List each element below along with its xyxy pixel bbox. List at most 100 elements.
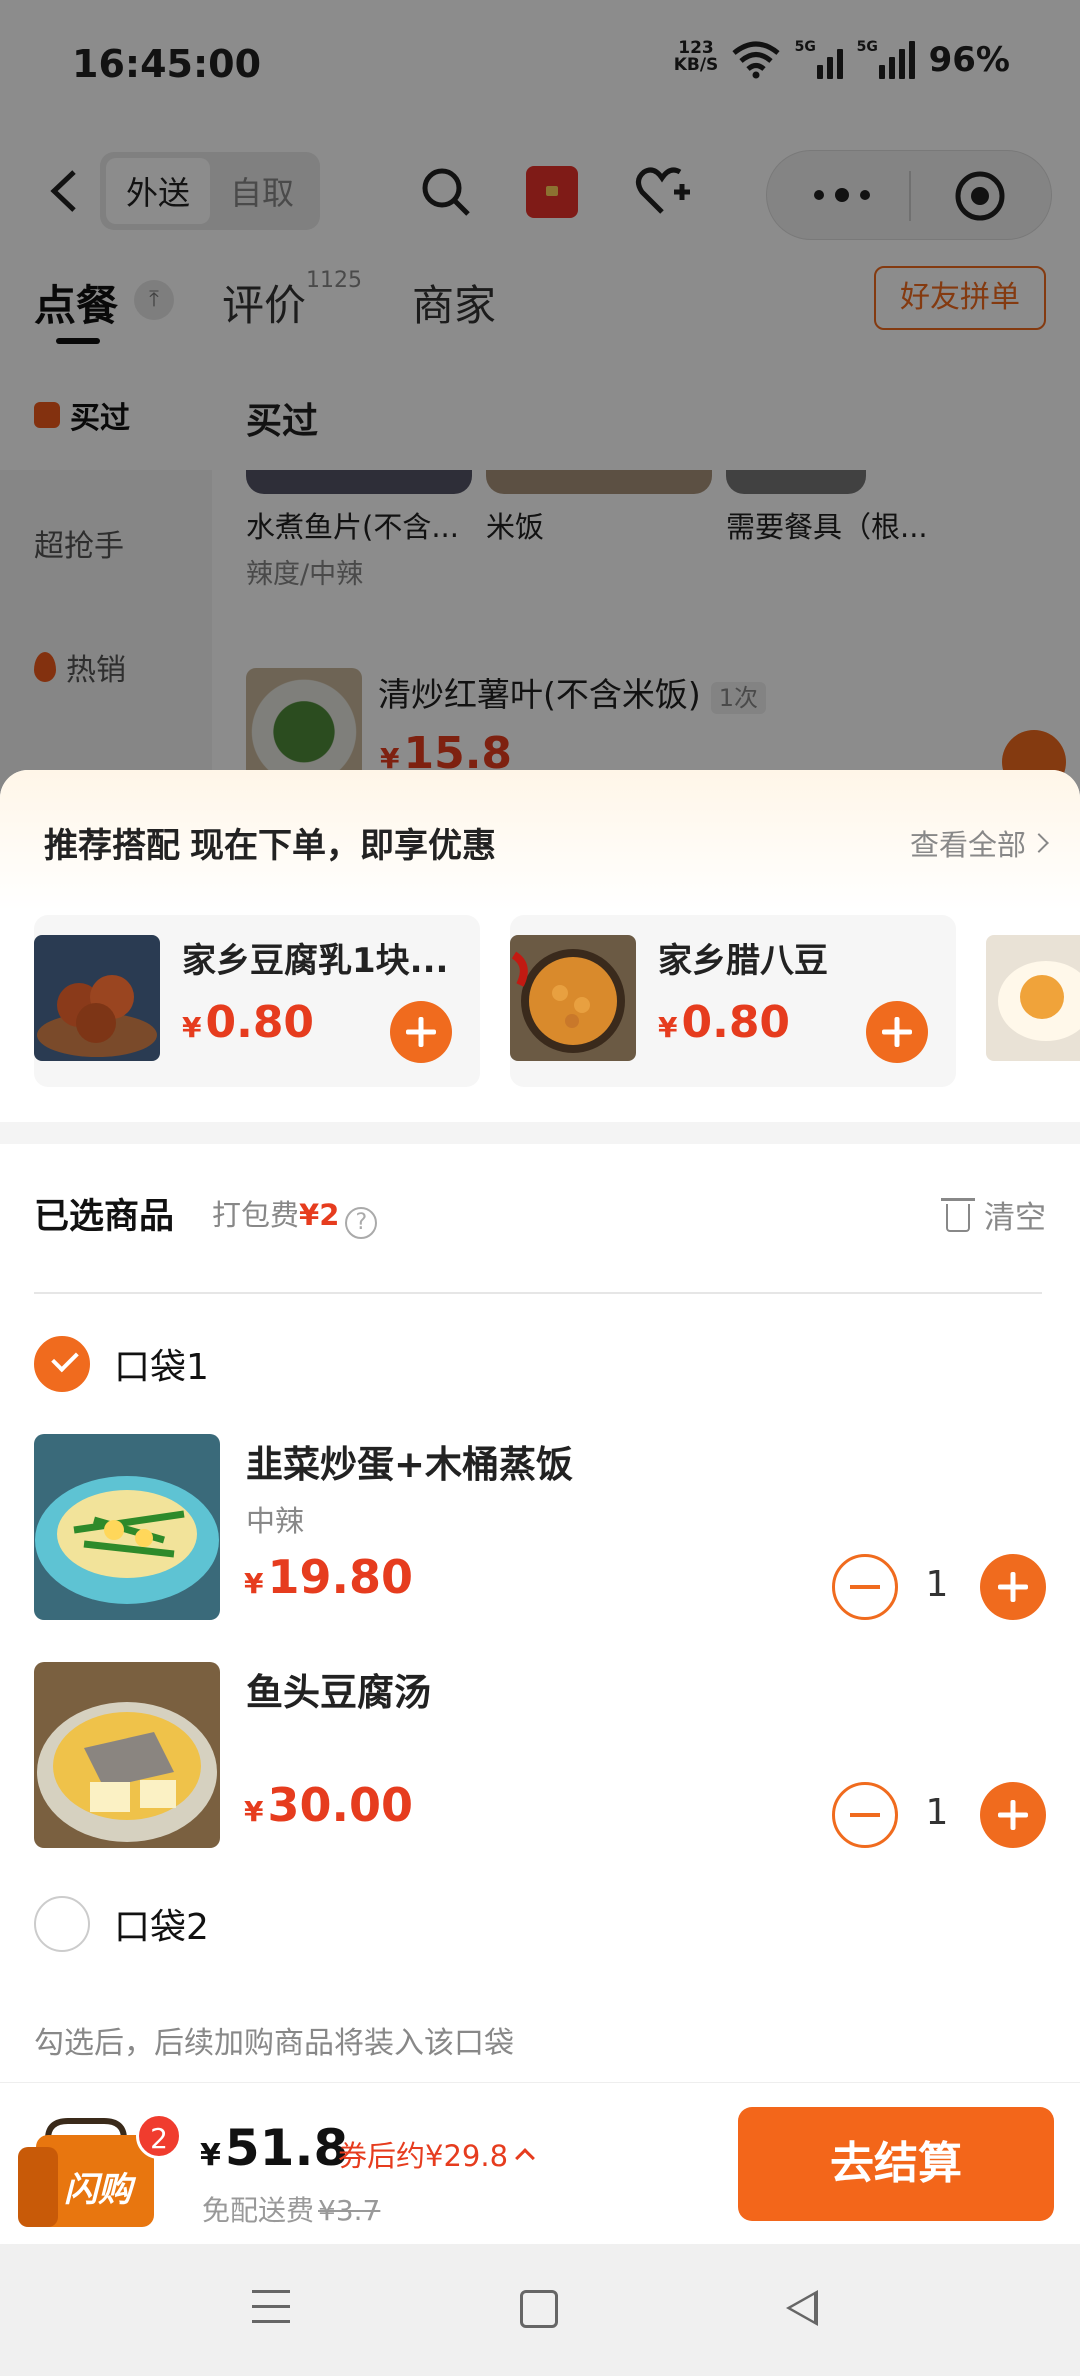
recommend-price: ¥0.80 <box>182 997 314 1048</box>
bought-item[interactable]: 需要餐具（根... <box>726 470 928 610</box>
add-recommend-button[interactable] <box>866 1001 928 1063</box>
status-time: 16:45:00 <box>72 42 262 86</box>
bag-2-selector[interactable]: 口袋2 <box>34 1894 209 1954</box>
top-nav: 外送 自取 <box>0 150 1080 240</box>
search-icon[interactable] <box>418 164 474 220</box>
bag-hint: 勾选后，后续加购商品将装入该口袋 <box>34 2026 514 2061</box>
add-recommend-button[interactable] <box>390 1001 452 1063</box>
bought-name: 需要餐具（根... <box>726 510 928 544</box>
recommend-section: 推荐搭配 现在下单，即享优惠 查看全部 家乡豆腐乳1块... ¥0.80 家乡腊八… <box>0 770 1080 1122</box>
red-packet-icon[interactable] <box>524 164 580 220</box>
chevron-up-icon <box>515 2148 535 2168</box>
currency-symbol: ¥ <box>200 2138 221 2173</box>
bag-checkbox-checked[interactable] <box>34 1336 90 1392</box>
wifi-icon <box>732 41 780 79</box>
cart-item-image <box>34 1434 220 1620</box>
sim1-label: 5G <box>794 39 816 55</box>
bag-label: 口袋2 <box>114 1907 209 1948</box>
bag-checkbox-unchecked[interactable] <box>34 1896 90 1952</box>
status-bar: 16:45:00 123 KB/S 5G 5G 96% <box>0 36 1080 96</box>
bag-1-selector[interactable]: 口袋1 <box>34 1334 209 1394</box>
sidebar-item-label: 热销 <box>66 653 126 688</box>
packing-fee-label: 打包费 <box>212 1198 300 1232</box>
after-coupon-price: 券后约¥29.8 <box>338 2139 509 2173</box>
menu-icon[interactable] <box>252 2290 290 2324</box>
section-title: 买过 <box>246 401 319 442</box>
checkout-bar: 闪购 2 ¥51.8 券后约¥29.8 免配送费 ¥3.7 去结算 <box>0 2082 1080 2244</box>
sidebar-item-hot[interactable]: 热销 <box>0 612 212 722</box>
checkout-button[interactable]: 去结算 <box>738 2107 1054 2221</box>
sidebar-item-label: 超抢手 <box>34 529 124 564</box>
recommend-price-value: 0.80 <box>681 997 791 1048</box>
close-miniapp-icon[interactable] <box>953 169 1007 223</box>
decrease-button[interactable] <box>832 1782 898 1848</box>
decrease-button[interactable] <box>832 1554 898 1620</box>
bought-name: 水煮鱼片(不含... <box>246 510 459 544</box>
tab-reviews-label: 评价 <box>222 281 307 330</box>
background-page: 16:45:00 123 KB/S 5G 5G 96% 外送 自取 点餐 ⤒ 评… <box>0 0 1080 800</box>
more-dots-icon[interactable] <box>807 175 877 215</box>
cart-total: ¥51.8 <box>200 2119 348 2177</box>
dish-name-line: 清炒红薯叶(不含米饭) 1次 <box>378 668 767 716</box>
signal-icon: 5G <box>794 39 843 79</box>
packing-fee: 打包费¥2? <box>212 1192 378 1239</box>
recommend-card[interactable]: 家乡腊八豆 ¥0.80 <box>510 915 956 1087</box>
selected-title: 已选商品 <box>34 1197 175 1237</box>
section-separator <box>0 1122 1080 1144</box>
recommend-image <box>510 935 636 1061</box>
favorite-heart-icon[interactable] <box>634 164 690 220</box>
cart-item-price-value: 30.00 <box>267 1778 413 1832</box>
back-icon[interactable] <box>786 2290 818 2326</box>
recommend-name: 家乡豆腐乳1块... <box>182 941 449 981</box>
quantity-value: 1 <box>925 1792 949 1833</box>
system-navigation-bar <box>0 2244 1080 2376</box>
recommend-card[interactable] <box>986 915 1080 1087</box>
cart-item-price: ¥30.00 <box>244 1778 413 1832</box>
dish-name: 清炒红薯叶(不含米饭) <box>378 675 701 714</box>
cart-item-name: 鱼头豆腐汤 <box>246 1671 431 1714</box>
brand-text: 闪购 <box>64 2170 137 2210</box>
selected-header: 已选商品 打包费¥2? 清空 <box>34 1188 1046 1248</box>
friend-group-order-button[interactable]: 好友拼单 <box>874 266 1046 330</box>
recommend-subtitle: 现在下单，即享优惠 <box>190 826 496 866</box>
see-all-label: 查看全部 <box>909 828 1026 862</box>
bag-icon <box>34 402 60 428</box>
sidebar-item-label: 买过 <box>70 401 130 436</box>
segment-pickup[interactable]: 自取 <box>210 158 314 224</box>
back-arrow-icon[interactable] <box>44 166 84 216</box>
pin-top-icon[interactable]: ⤒ <box>134 280 174 320</box>
help-icon[interactable]: ? <box>345 1207 378 1239</box>
shipping-label: 免配送费 <box>202 2194 315 2227</box>
quantity-value: 1 <box>925 1564 949 1605</box>
recommend-image <box>34 935 160 1061</box>
cart-item: 韭菜炒蛋+木桶蒸饭 中辣 ¥19.80 1 <box>34 1434 1046 1620</box>
signal-icon: 5G <box>857 39 915 79</box>
quantity-stepper: 1 <box>832 1554 1046 1620</box>
cart-total-value: 51.8 <box>224 2119 349 2177</box>
coupon-price-toggle[interactable]: 券后约¥29.8 <box>338 2133 535 2175</box>
tab-order[interactable]: 点餐 <box>34 272 118 333</box>
tab-merchant[interactable]: 商家 <box>412 272 496 333</box>
cart-item-price-value: 19.80 <box>267 1550 413 1604</box>
bought-item[interactable]: 米饭 <box>486 470 712 610</box>
sidebar-item-popular[interactable]: 超抢手 <box>0 488 212 598</box>
battery-level: 96% <box>928 40 1010 80</box>
recommend-card[interactable]: 家乡豆腐乳1块... ¥0.80 <box>34 915 480 1087</box>
bought-item[interactable]: 水煮鱼片(不含... 辣度/中辣 <box>246 470 472 610</box>
increase-button[interactable] <box>980 1554 1046 1620</box>
recommend-title-main: 推荐搭配 <box>44 826 180 866</box>
currency-symbol: ¥ <box>658 1011 678 1044</box>
bag-label: 口袋1 <box>114 1347 209 1388</box>
segment-delivery[interactable]: 外送 <box>106 158 210 224</box>
increase-button[interactable] <box>980 1782 1046 1848</box>
home-icon[interactable] <box>520 2290 558 2328</box>
chevron-right-icon <box>1029 833 1049 853</box>
clear-cart-button[interactable]: 清空 <box>941 1192 1046 1237</box>
cart-item-spec: 中辣 <box>246 1504 305 1538</box>
tab-reviews[interactable]: 评价1125 <box>222 268 362 333</box>
see-all-link[interactable]: 查看全部 <box>909 822 1049 864</box>
cart-item-image <box>34 1662 220 1848</box>
dish-image <box>246 668 362 784</box>
sidebar-item-bought[interactable]: 买过 <box>0 360 212 470</box>
currency-symbol: ¥ <box>244 1795 264 1828</box>
